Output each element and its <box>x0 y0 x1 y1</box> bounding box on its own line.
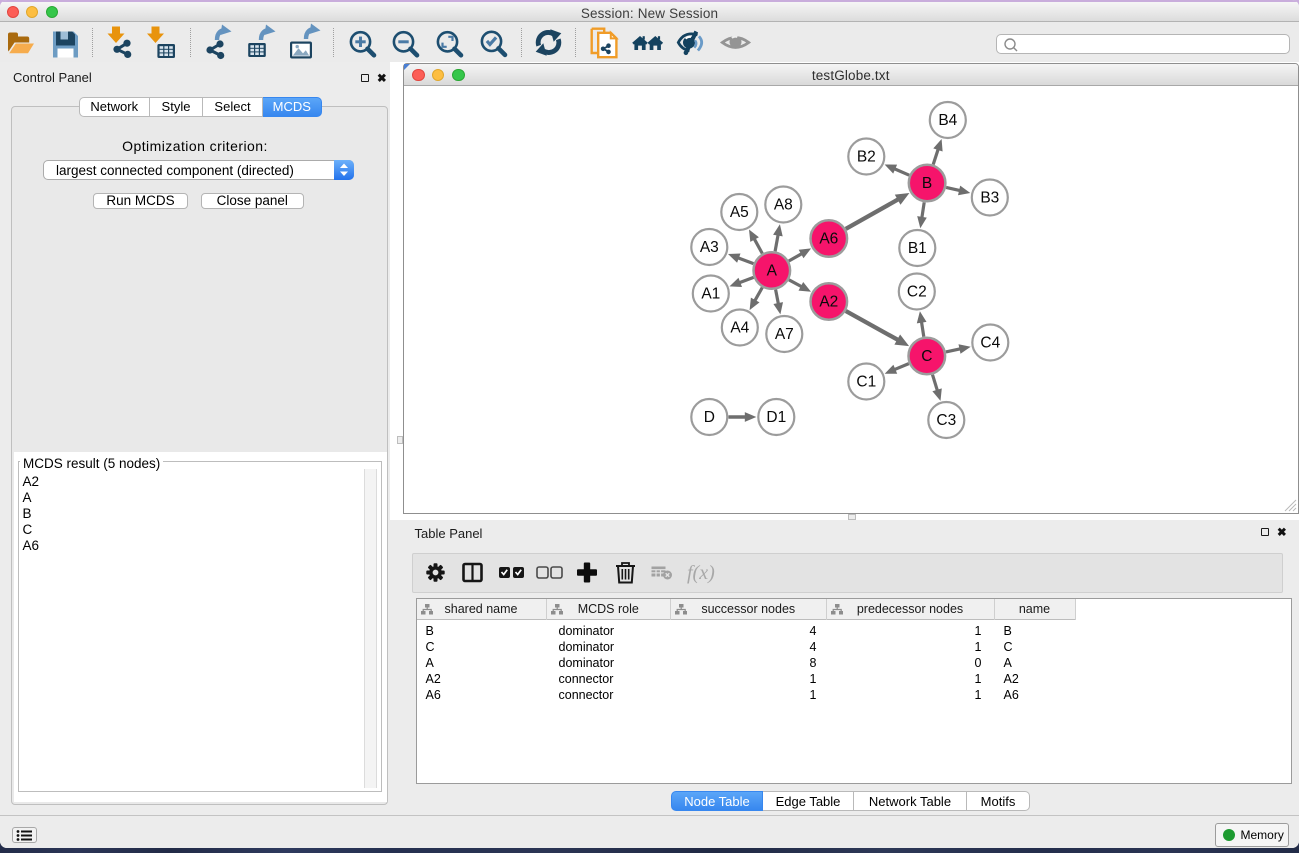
svg-text:B1: B1 <box>908 240 927 257</box>
svg-text:D1: D1 <box>767 409 787 426</box>
svg-text:C3: C3 <box>937 412 957 429</box>
svg-text:A7: A7 <box>775 326 794 343</box>
svg-text:A1: A1 <box>702 285 721 302</box>
svg-text:B: B <box>922 175 932 192</box>
svg-text:C4: C4 <box>981 334 1001 351</box>
svg-text:A: A <box>767 262 778 279</box>
svg-text:B4: B4 <box>939 112 958 129</box>
svg-text:B2: B2 <box>857 148 876 165</box>
svg-text:f(x): f(x) <box>687 562 715 584</box>
svg-text:A3: A3 <box>700 239 719 256</box>
svg-text:D: D <box>704 409 715 426</box>
svg-text:A6: A6 <box>820 230 839 247</box>
svg-text:A8: A8 <box>774 196 793 213</box>
svg-text:C: C <box>921 348 932 365</box>
svg-text:A4: A4 <box>731 319 750 336</box>
svg-text:B3: B3 <box>981 189 1000 206</box>
svg-text:A5: A5 <box>730 204 749 221</box>
svg-text:C2: C2 <box>907 283 927 300</box>
svg-text:C1: C1 <box>857 373 877 390</box>
svg-text:A2: A2 <box>820 293 839 310</box>
